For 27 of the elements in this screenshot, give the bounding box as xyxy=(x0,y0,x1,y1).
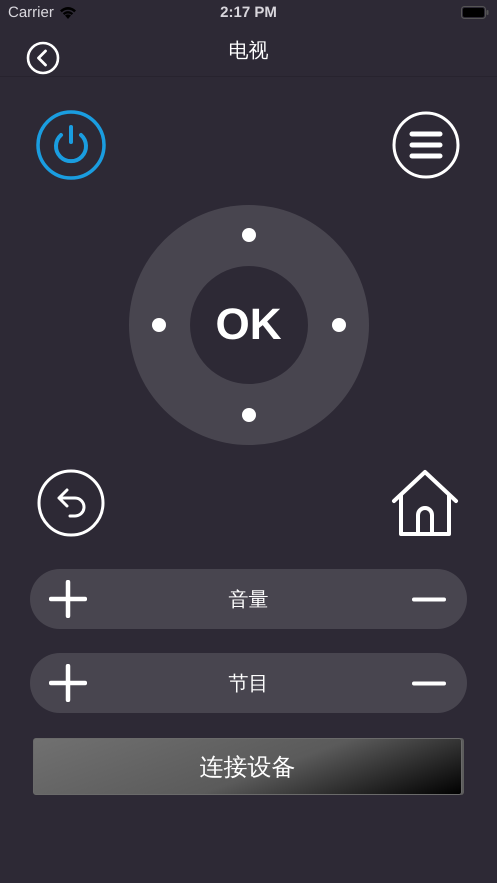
plus-icon xyxy=(49,664,87,702)
power-icon xyxy=(36,110,106,180)
minus-icon xyxy=(412,680,446,686)
ok-button[interactable]: OK xyxy=(190,266,308,384)
wifi-icon xyxy=(58,6,77,18)
return-button[interactable] xyxy=(37,468,105,540)
home-icon xyxy=(390,468,460,536)
up-button[interactable] xyxy=(242,228,256,242)
rocker-label: 音量 xyxy=(228,588,268,612)
plus-button[interactable] xyxy=(48,579,88,619)
back-icon xyxy=(26,41,60,75)
connect-button[interactable]: 连接设备 xyxy=(33,738,462,795)
rocker-label: 节目 xyxy=(228,672,268,696)
plus-icon xyxy=(49,580,87,618)
page-title: 电视 xyxy=(228,38,268,64)
menu-button[interactable] xyxy=(392,110,460,182)
power-button[interactable] xyxy=(36,110,106,182)
status-time: 2:17 PM xyxy=(220,4,277,21)
left-button[interactable] xyxy=(152,318,166,332)
carrier-name: Carrier xyxy=(8,4,54,20)
menu-icon xyxy=(392,110,460,178)
battery-icon xyxy=(461,6,489,18)
plus-button[interactable] xyxy=(48,663,88,703)
down-button[interactable] xyxy=(242,408,256,422)
minus-icon xyxy=(412,596,446,602)
back-button[interactable] xyxy=(26,41,60,75)
right-button[interactable] xyxy=(332,318,346,332)
